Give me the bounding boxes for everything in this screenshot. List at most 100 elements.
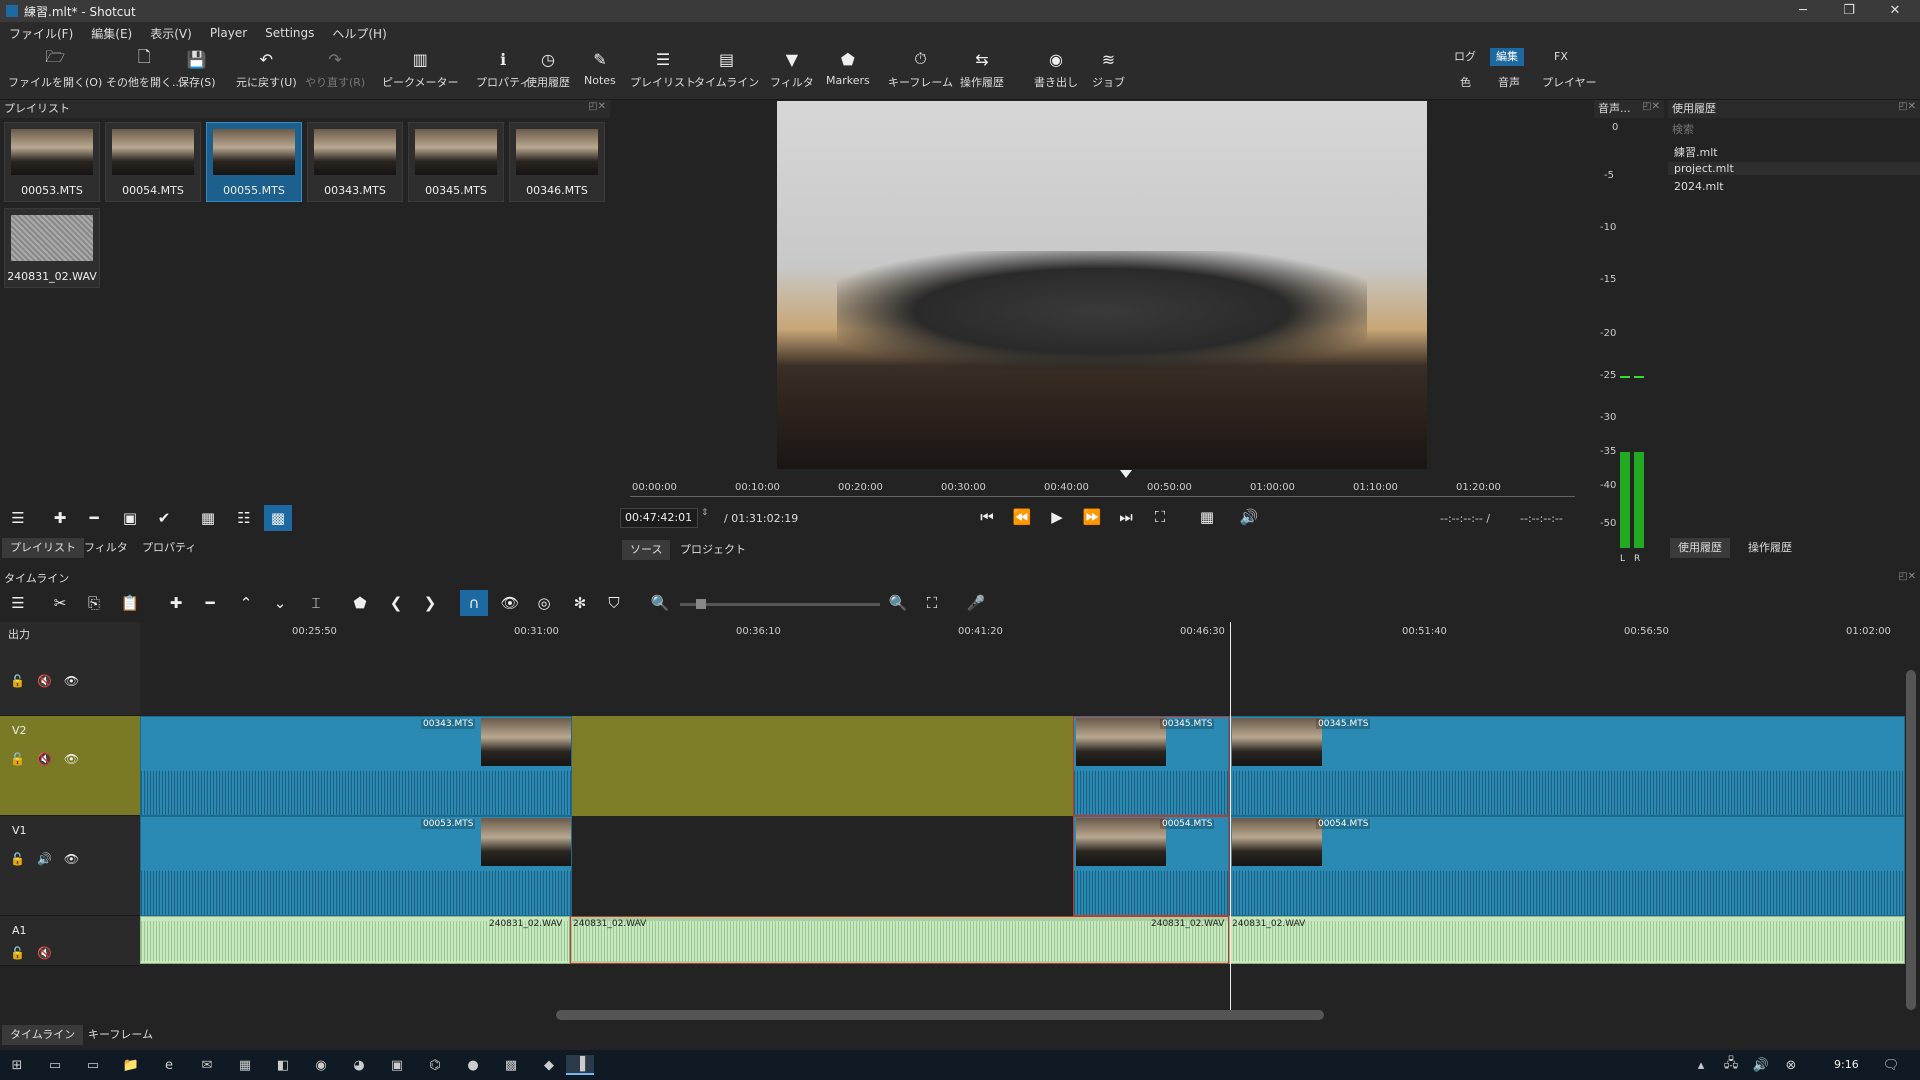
- workspace-edit[interactable]: 編集: [1490, 48, 1524, 66]
- zoom-fit-timeline-icon[interactable]: ⛶: [918, 590, 946, 616]
- zoom-fit-icon[interactable]: ⛶: [1148, 508, 1172, 526]
- tab-history[interactable]: 操作履歴: [1740, 538, 1800, 558]
- recent-float-close-icon[interactable]: ◰✕: [1898, 101, 1916, 112]
- snap-icon[interactable]: ∩: [460, 590, 488, 616]
- ripple-all-icon[interactable]: ✻: [566, 590, 594, 616]
- ripple-icon[interactable]: ◎: [530, 590, 558, 616]
- timeline-menu-icon[interactable]: ☰: [4, 590, 32, 616]
- timeline-clip[interactable]: 00054.MTS: [1073, 816, 1229, 916]
- marker-add-icon[interactable]: ⬟: [346, 590, 374, 616]
- timeline-playhead[interactable]: [1230, 622, 1231, 1012]
- playlist-item[interactable]: 00343.MTS: [307, 122, 403, 202]
- horizontal-scrollbar[interactable]: [556, 1010, 1324, 1020]
- audio-clip[interactable]: 240831_02.WAV 240831_02.WAV: [570, 916, 1229, 964]
- workspace-color[interactable]: 色: [1454, 74, 1477, 92]
- zoom-out-icon[interactable]: 🔍: [646, 590, 674, 616]
- tab-playlist[interactable]: プレイリスト: [2, 538, 84, 558]
- rewind-icon[interactable]: ⏪: [1010, 508, 1034, 526]
- overwrite-icon[interactable]: ⌄: [266, 590, 294, 616]
- timeline-float-close-icon[interactable]: ◰✕: [1898, 571, 1916, 582]
- toolbar-button-keyframes[interactable]: ⏱ キーフレーム: [888, 48, 953, 98]
- panel-float-close-icon[interactable]: ◰✕: [588, 101, 606, 112]
- playlist-item[interactable]: 00053.MTS: [4, 122, 100, 202]
- notifications-icon[interactable]: 🗨: [1880, 1055, 1902, 1075]
- track-header-a1[interactable]: A1 🔓🔇: [0, 916, 140, 966]
- source-ruler[interactable]: 00:00:00 00:10:00 00:20:00 00:30:00 00:40:00…: [630, 470, 1575, 498]
- zoom-slider[interactable]: [680, 599, 880, 609]
- toolbar-button-redo[interactable]: ↷ やり直す(R): [305, 48, 365, 98]
- firefox-icon[interactable]: ◕: [348, 1055, 370, 1075]
- timeline-clip[interactable]: 00343.MTS: [140, 716, 572, 816]
- icon-view-icon[interactable]: ▩: [264, 505, 292, 531]
- shotcut-taskbar-icon[interactable]: ▐: [566, 1055, 594, 1075]
- fast-forward-icon[interactable]: ⏩: [1080, 508, 1104, 526]
- marker-next-icon[interactable]: ❯: [416, 590, 444, 616]
- lift-icon[interactable]: ⌃: [232, 590, 260, 616]
- taskbar-app-icon[interactable]: ◆: [538, 1055, 560, 1075]
- tab-properties[interactable]: プロパティ: [134, 538, 204, 558]
- vertical-scrollbar[interactable]: [1906, 670, 1916, 1010]
- speaker-icon[interactable]: 🔊: [1750, 1055, 1772, 1075]
- playlist-item[interactable]: 00055.MTS: [206, 122, 302, 202]
- skip-next-icon[interactable]: ⏭: [1114, 508, 1138, 526]
- close-button[interactable]: ✕: [1872, 0, 1918, 22]
- tab-recent[interactable]: 使用履歴: [1670, 538, 1730, 558]
- playlist-item[interactable]: 00054.MTS: [105, 122, 201, 202]
- playlist-add-icon[interactable]: ✚: [46, 505, 74, 531]
- toolbar-button-recent[interactable]: ◷ 使用履歴: [526, 48, 570, 98]
- tab-filters[interactable]: フィルタ: [76, 538, 136, 558]
- track-gap[interactable]: [572, 716, 1073, 816]
- chrome-icon[interactable]: ◉: [310, 1055, 332, 1075]
- taskbar-app-icon[interactable]: ▭: [82, 1055, 104, 1075]
- playlist-check-icon[interactable]: ✔: [150, 505, 178, 531]
- toolbar-button-markers[interactable]: ⬟ Markers: [826, 48, 870, 98]
- toolbar-button-folder-open[interactable]: 🗁 ファイルを開く(O): [8, 47, 102, 98]
- track-icons[interactable]: 🔓🔊👁: [10, 852, 91, 866]
- menu-settings[interactable]: Settings: [256, 26, 323, 40]
- line-icon[interactable]: ●: [462, 1055, 484, 1075]
- toolbar-button-open-other[interactable]: 🗋 その他を開く...: [106, 47, 183, 98]
- workspace-player[interactable]: プレイヤー: [1536, 74, 1603, 92]
- recent-search-input[interactable]: [1670, 120, 1918, 138]
- recent-item[interactable]: project.mlt: [1668, 162, 1920, 175]
- skip-previous-icon[interactable]: ⏮: [975, 508, 999, 526]
- timeline-clip[interactable]: 00345.MTS: [1073, 716, 1229, 816]
- meter-float-close-icon[interactable]: ◰✕: [1642, 101, 1660, 112]
- playlist-remove-icon[interactable]: ━: [80, 505, 108, 531]
- taskbar-app-icon[interactable]: ⌬: [424, 1055, 446, 1075]
- taskbar-app-icon[interactable]: ▩: [500, 1055, 522, 1075]
- workspace-audio[interactable]: 音声: [1492, 74, 1526, 92]
- calculator-icon[interactable]: ▦: [234, 1055, 256, 1075]
- playlist-update-icon[interactable]: ▣: [116, 505, 144, 531]
- recent-item[interactable]: 練習.mlt: [1674, 144, 1718, 160]
- split-icon[interactable]: ⌶: [302, 590, 330, 616]
- taskbar-app-icon[interactable]: ▣: [386, 1055, 408, 1075]
- copy-icon[interactable]: ⎘: [80, 590, 108, 616]
- file-explorer-icon[interactable]: 📁: [120, 1055, 142, 1075]
- tray-icon[interactable]: ⊗: [1780, 1055, 1802, 1075]
- menu-view[interactable]: 表示(V): [141, 25, 201, 42]
- timeline-ruler[interactable]: 00:25:50 00:31:00 00:36:10 00:41:20 00:46:30…: [140, 622, 1905, 642]
- zoom-in-icon[interactable]: 🔍: [884, 590, 912, 616]
- menu-help[interactable]: ヘルプ(H): [323, 25, 395, 42]
- toolbar-button-save[interactable]: 💾 保存(S): [178, 48, 216, 98]
- audio-clip[interactable]: 240831_02.WAV: [1229, 916, 1905, 964]
- taskbar-app-icon[interactable]: ▭: [44, 1055, 66, 1075]
- playlist-item[interactable]: 240831_02.WAV: [4, 208, 100, 288]
- toolbar-button-undo[interactable]: ↶ 元に戻す(U): [236, 48, 297, 98]
- toolbar-button-export[interactable]: ◉ 書き出し: [1034, 48, 1078, 98]
- toolbar-button-notes[interactable]: ✎ Notes: [584, 48, 616, 98]
- edge-icon[interactable]: e: [158, 1055, 180, 1075]
- track-gap[interactable]: [572, 816, 1073, 916]
- tab-timeline[interactable]: タイムライン: [2, 1025, 84, 1045]
- detail-view-icon[interactable]: ▦: [194, 505, 222, 531]
- toolbar-button-properties[interactable]: ℹ プロパティ: [476, 48, 530, 98]
- paste-icon[interactable]: 📋: [116, 590, 144, 616]
- grid-icon[interactable]: ▦: [1195, 508, 1219, 526]
- track-header-v2[interactable]: V2 🔓🔇👁: [0, 716, 140, 816]
- play-icon[interactable]: ▶: [1045, 508, 1069, 526]
- mail-icon[interactable]: ✉: [196, 1055, 218, 1075]
- video-preview[interactable]: [777, 101, 1427, 469]
- recent-item[interactable]: 2024.mlt: [1674, 180, 1724, 193]
- start-icon[interactable]: ⊞: [6, 1055, 28, 1075]
